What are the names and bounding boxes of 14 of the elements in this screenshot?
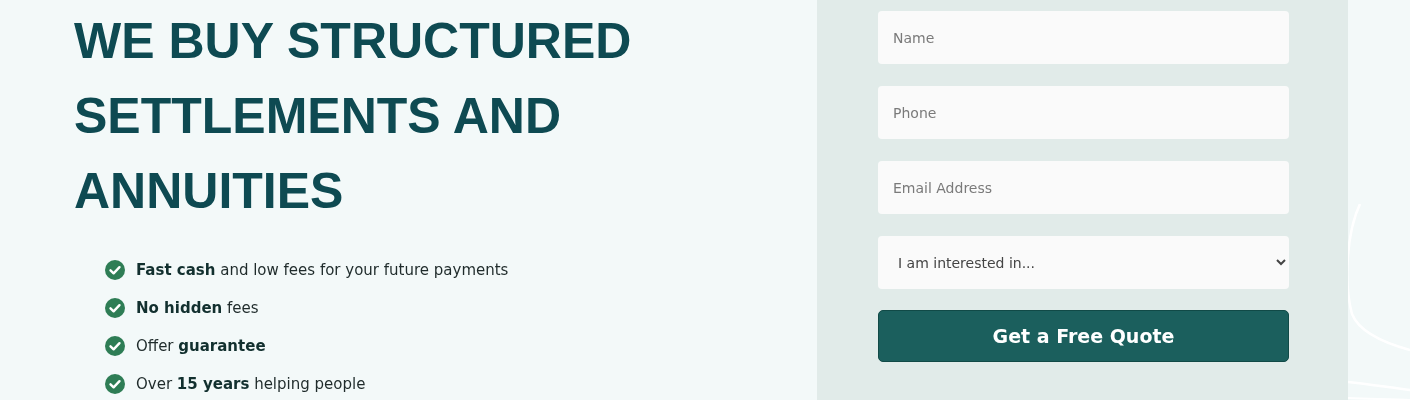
feature-text: Over 15 years helping people — [136, 375, 366, 393]
check-circle-icon — [105, 336, 125, 356]
input-field[interactable]: Name — [878, 11, 1289, 64]
feature-text: No hidden fees — [136, 299, 259, 317]
get-quote-button[interactable]: Get a Free Quote — [878, 310, 1289, 362]
feature-text: Fast cash and low fees for your future payments — [136, 261, 509, 279]
check-circle-icon — [105, 260, 125, 280]
input-field[interactable]: Email Address — [878, 161, 1289, 214]
interest-dropdown[interactable]: I am interested in... — [878, 236, 1289, 289]
input-field[interactable]: Phone — [878, 86, 1289, 139]
check-circle-icon — [105, 374, 125, 394]
feature-text: Offer guarantee — [136, 337, 266, 355]
hero-heading: WE BUY STRUCTURED SETTLEMENTS AND ANNUITIES — [74, 12, 633, 221]
check-circle-icon — [105, 298, 125, 318]
